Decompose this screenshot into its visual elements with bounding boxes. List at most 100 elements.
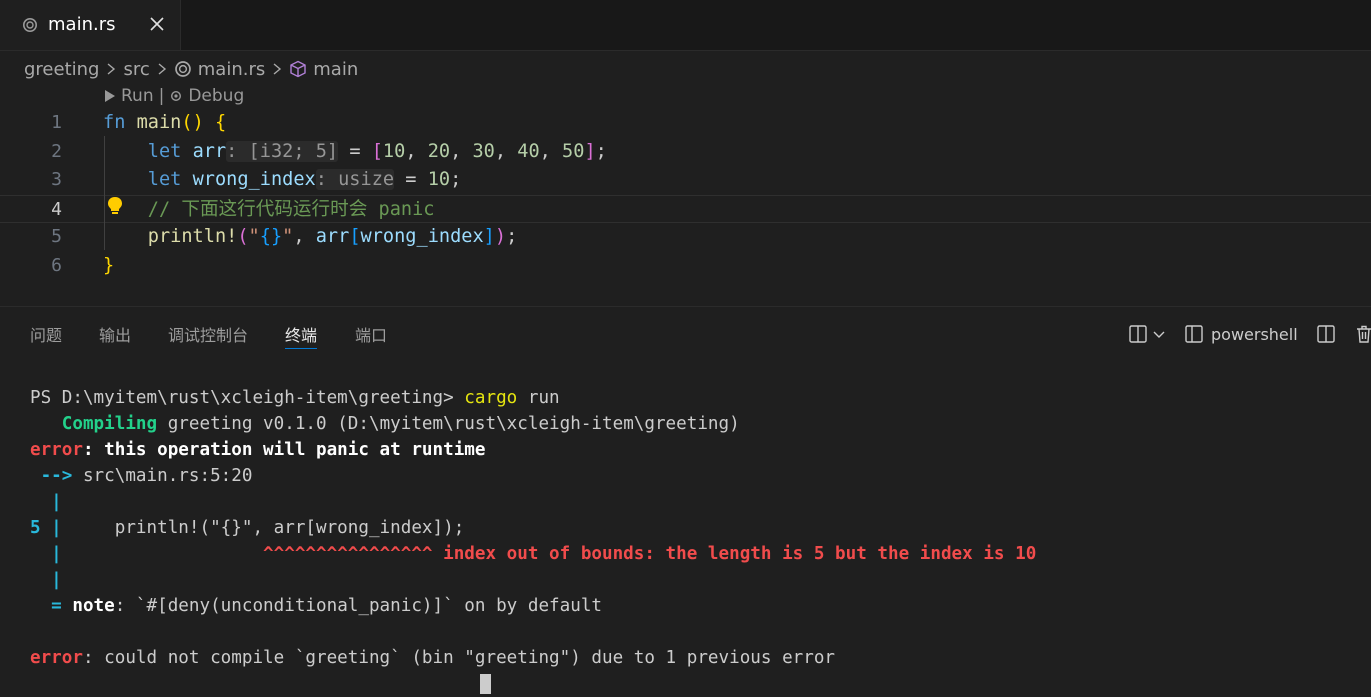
line-number: 6	[51, 254, 62, 276]
code-token: ,	[405, 140, 428, 162]
code-text: fn main() {	[103, 109, 226, 138]
code-text: }	[103, 252, 114, 281]
terminal-line: = note: `#[deny(unconditional_panic)]` o…	[30, 593, 602, 619]
indent-guide	[104, 136, 105, 250]
tab-label: main.rs	[48, 14, 116, 35]
code-line[interactable]: 5 println!("{}", arr[wrong_index]);	[0, 223, 1371, 252]
function-cube-icon	[290, 60, 306, 78]
code-text: // 下面这行代码运行时会 panic	[103, 196, 435, 225]
editor-tab-bar: main.rs	[0, 0, 1371, 51]
line-number: 1	[51, 112, 62, 133]
code-token: 10	[382, 140, 406, 162]
terminal-text: |	[30, 492, 62, 512]
terminal-text: ^^^^^^^^^^^^^^^^ index out of bounds: th…	[263, 544, 1037, 564]
breadcrumb-item-main[interactable]: main	[313, 59, 358, 80]
tab-terminal[interactable]: 终端	[285, 322, 318, 349]
close-icon[interactable]	[148, 15, 166, 33]
terminal-text: 5 |	[30, 518, 62, 538]
code-token: 10	[427, 169, 451, 190]
terminal-text: =	[30, 596, 62, 616]
terminal-line: --> src\main.rs:5:20	[30, 463, 253, 489]
terminal-line: 5 | println!("{}", arr[wrong_index]);	[30, 515, 464, 541]
code-token: arr	[192, 140, 227, 162]
terminal-prompt-line[interactable]	[30, 671, 491, 697]
split-icon[interactable]	[1316, 324, 1336, 344]
code-lens: Run | Debug	[104, 86, 244, 106]
breadcrumb: greeting src main.rs main	[24, 58, 358, 80]
line-number: 4	[51, 198, 62, 220]
code-token: arr	[315, 226, 350, 247]
tab-main-rs[interactable]: main.rs	[0, 0, 181, 50]
terminal-text: : `#[deny(unconditional_panic)]` on by d…	[114, 596, 602, 616]
terminal-text: note	[61, 596, 115, 616]
terminal-text: : could not compile `greeting` (bin "gre…	[82, 648, 836, 668]
breadcrumb-item-main-rs[interactable]: main.rs	[198, 59, 265, 80]
code-token: println!	[147, 226, 238, 247]
line-number: 5	[51, 226, 62, 247]
terminal-text: |	[30, 544, 62, 564]
code-token: ;	[506, 226, 518, 247]
code-token: ()	[181, 112, 204, 133]
code-line[interactable]: 3 let wrong_index: usize = 10;	[0, 166, 1371, 195]
breadcrumb-item-src[interactable]: src	[123, 59, 149, 80]
tab-problems[interactable]: 问题	[30, 322, 62, 346]
code-token: ,	[539, 140, 563, 162]
line-number: 3	[51, 169, 62, 190]
code-token: wrong_index	[360, 226, 484, 247]
terminal-shell-name[interactable]: powershell	[1211, 325, 1298, 344]
chevron-right-icon	[108, 63, 116, 75]
terminal-instance-icon	[1185, 325, 1203, 343]
codelens-separator: |	[158, 86, 165, 106]
code-line[interactable]: 2 let arr: [i32; 5] = [10, 20, 30, 40, 5…	[0, 138, 1371, 167]
terminal-text: : this operation will panic at runtime	[82, 440, 486, 460]
split-terminal-icon[interactable]	[1128, 324, 1148, 344]
chevron-down-icon[interactable]	[1152, 327, 1166, 341]
panel-actions: powershell	[1128, 322, 1371, 346]
rust-file-icon	[174, 61, 191, 77]
code-editor[interactable]: 1 fn main() {2 let arr: [i32; 5] = [10, 2…	[0, 109, 1371, 305]
tab-output[interactable]: 输出	[99, 322, 131, 346]
terminal-text: greeting v0.1.0 (D:\myitem\rust\xcleigh-…	[157, 414, 740, 434]
code-text: println!("{}", arr[wrong_index]);	[103, 223, 518, 252]
code-token: ,	[450, 140, 473, 162]
code-token: }	[103, 254, 115, 276]
terminal-text: run	[517, 388, 560, 408]
code-text: let arr: [i32; 5] = [10, 20, 30, 40, 50]…	[103, 138, 607, 167]
code-token: // 下面这行代码运行时会 panic	[147, 198, 435, 220]
chevron-right-icon	[158, 63, 166, 75]
codelens-run[interactable]: Run	[121, 86, 154, 106]
code-line[interactable]: 6}	[0, 252, 1371, 281]
breadcrumb-item-greeting[interactable]: greeting	[24, 59, 99, 80]
code-line[interactable]: 4 // 下面这行代码运行时会 panic	[0, 194, 1371, 225]
terminal-text: -->	[30, 466, 73, 486]
code-token: fn	[103, 112, 126, 133]
code-line[interactable]: 1 fn main() {	[0, 109, 1371, 138]
code-token: "	[282, 226, 294, 247]
code-text: let wrong_index: usize = 10;	[103, 166, 461, 195]
tab-ports[interactable]: 端口	[355, 322, 387, 346]
code-token: ]	[584, 140, 596, 162]
chevron-right-icon	[273, 63, 282, 75]
inlay-type-hint: : [i32; 5]	[226, 140, 339, 162]
lightbulb-icon[interactable]	[106, 196, 124, 216]
code-token: ;	[595, 140, 607, 162]
code-token: (	[237, 226, 249, 247]
codelens-debug[interactable]: Debug	[188, 86, 244, 106]
code-token: =	[338, 140, 372, 162]
tab-debug-console[interactable]: 调试控制台	[168, 322, 248, 346]
code-token: let	[147, 169, 182, 190]
trash-icon[interactable]	[1354, 324, 1371, 344]
terminal-text: src\main.rs:5:20	[72, 466, 253, 486]
code-token: [	[371, 140, 383, 162]
line-number: 2	[51, 140, 62, 162]
inlay-type-hint: : usize	[315, 169, 395, 190]
terminal-text: println!("{}", arr[wrong_index]);	[61, 518, 465, 538]
play-icon	[105, 90, 115, 102]
code-token: ]	[483, 226, 495, 247]
